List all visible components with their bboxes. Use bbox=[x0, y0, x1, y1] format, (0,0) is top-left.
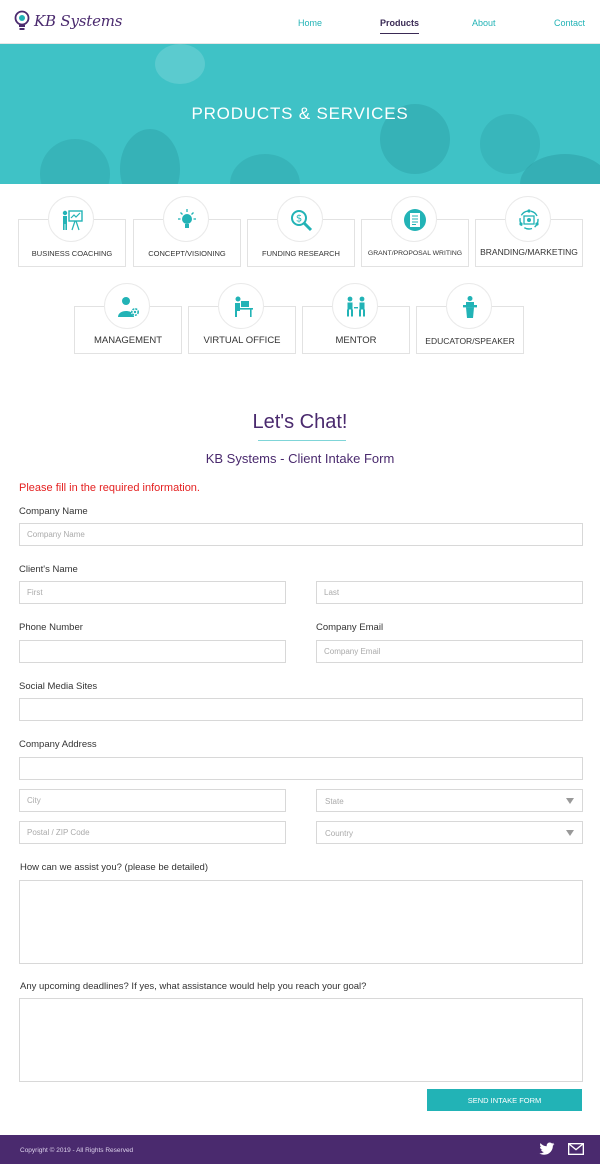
client-name-label: Client's Name bbox=[19, 564, 78, 575]
podium-speaker-icon bbox=[463, 296, 477, 318]
phone-input[interactable] bbox=[19, 640, 286, 663]
presentation-board-icon bbox=[62, 210, 83, 231]
mail-icon[interactable] bbox=[568, 1142, 584, 1156]
hero-banner: PRODUCTS & SERVICES bbox=[0, 44, 600, 184]
last-name-input[interactable] bbox=[316, 581, 583, 604]
service-label: VIRTUAL OFFICE bbox=[203, 335, 281, 346]
service-label: CONCEPT/VISIONING bbox=[148, 249, 226, 258]
company-name-input[interactable] bbox=[19, 523, 583, 546]
service-label: MENTOR bbox=[335, 335, 377, 346]
desk-worker-icon bbox=[235, 296, 253, 317]
two-people-meeting-icon bbox=[347, 296, 365, 317]
deadlines-textarea[interactable] bbox=[19, 998, 583, 1082]
magnifier-dollar-icon: $ bbox=[291, 210, 313, 232]
service-label: MANAGEMENT bbox=[93, 335, 163, 346]
social-media-label: Social Media Sites bbox=[19, 681, 98, 692]
service-icon-circle bbox=[446, 283, 492, 329]
service-icon-circle bbox=[218, 283, 264, 329]
social-media-input[interactable] bbox=[19, 698, 583, 721]
document-icon bbox=[404, 209, 426, 231]
service-icon-circle bbox=[104, 283, 150, 329]
service-label: GRANT/PROPOSAL WRITING bbox=[367, 250, 463, 257]
form-subheading: KB Systems - Client Intake Form bbox=[205, 451, 395, 466]
nav-home[interactable]: Home bbox=[298, 18, 322, 28]
required-notice: Please fill in the required information. bbox=[19, 482, 200, 494]
first-name-input[interactable] bbox=[19, 581, 286, 604]
assist-label: How can we assist you? (please be detail… bbox=[20, 862, 208, 873]
street-address-input[interactable] bbox=[19, 757, 583, 780]
hero-background-figure bbox=[120, 129, 180, 184]
chevron-down-icon bbox=[566, 830, 574, 836]
city-input[interactable] bbox=[19, 789, 286, 812]
chevron-down-icon bbox=[566, 798, 574, 804]
state-select-value: State bbox=[325, 797, 344, 806]
hero-background-figure bbox=[155, 44, 205, 84]
company-name-label: Company Name bbox=[19, 506, 88, 517]
send-intake-form-button[interactable]: SEND INTAKE FORM bbox=[427, 1089, 582, 1111]
nav-products[interactable]: Products bbox=[380, 18, 420, 34]
service-label: FUNDING RESEARCH bbox=[262, 249, 340, 258]
company-email-input[interactable] bbox=[316, 640, 583, 663]
site-header: KB Systems Home Products About Contact bbox=[0, 0, 600, 44]
service-icon-circle bbox=[48, 196, 94, 242]
service-label: BRANDING/MARKETING bbox=[480, 247, 578, 257]
country-select[interactable]: Country bbox=[316, 821, 583, 844]
hero-title: PRODUCTS & SERVICES bbox=[191, 104, 409, 123]
deadlines-label: Any upcoming deadlines? If yes, what ass… bbox=[20, 981, 367, 992]
nav-about[interactable]: About bbox=[472, 18, 496, 28]
service-icon-circle bbox=[163, 196, 209, 242]
lightbulb-logo-icon bbox=[14, 10, 30, 30]
copyright-text: Copyright © 2019 - All Rights Reserved bbox=[20, 1147, 134, 1154]
lightbulb-icon bbox=[178, 209, 196, 228]
company-email-label: Company Email bbox=[316, 622, 384, 633]
form-heading: Let's Chat! bbox=[252, 411, 348, 433]
service-icon-circle bbox=[332, 283, 378, 329]
phone-label: Phone Number bbox=[19, 622, 83, 633]
zip-input[interactable] bbox=[19, 821, 286, 844]
logo-text: KB Systems bbox=[34, 12, 123, 30]
manager-gear-icon bbox=[118, 297, 140, 317]
service-icon-circle: $ bbox=[277, 196, 323, 242]
logo[interactable]: KB Systems bbox=[13, 10, 122, 32]
heading-divider bbox=[258, 440, 346, 441]
assist-textarea[interactable] bbox=[19, 880, 583, 964]
state-select[interactable]: State bbox=[316, 789, 583, 812]
svg-text:$: $ bbox=[296, 214, 302, 225]
service-icon-circle bbox=[505, 196, 551, 242]
hero-background-figure bbox=[230, 154, 300, 184]
branding-cycle-icon bbox=[519, 209, 539, 230]
service-label: EDUCATOR/SPEAKER bbox=[425, 336, 515, 346]
twitter-icon[interactable] bbox=[539, 1142, 555, 1156]
company-address-label: Company Address bbox=[19, 739, 97, 750]
site-footer: Copyright © 2019 - All Rights Reserved bbox=[0, 1135, 600, 1164]
nav-contact[interactable]: Contact bbox=[554, 18, 585, 28]
service-icon-circle bbox=[391, 196, 437, 242]
service-label: BUSINESS COACHING bbox=[31, 249, 113, 258]
hero-background-figure bbox=[40, 139, 110, 184]
country-select-value: Country bbox=[325, 829, 354, 838]
